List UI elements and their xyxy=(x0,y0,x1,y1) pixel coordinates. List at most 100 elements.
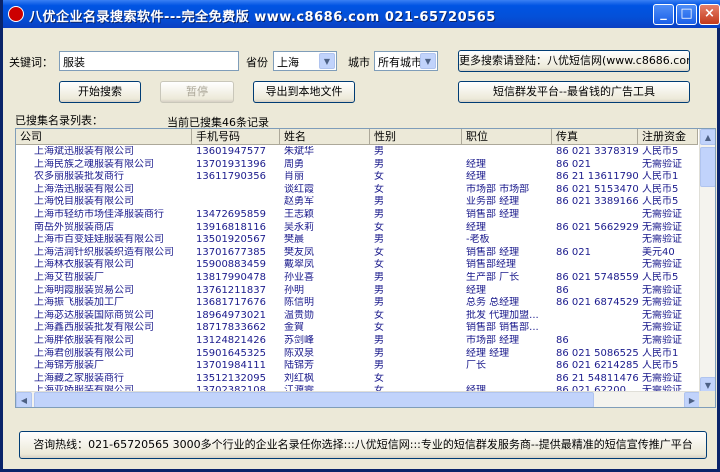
table-cell: 上海藏之家服装商行 xyxy=(34,372,124,384)
hotline-banner-button[interactable]: 咨询热线：021-65720565 3000多个行业的企业名录任你选择:::八优… xyxy=(19,431,707,459)
export-button[interactable]: 导出到本地文件 xyxy=(253,81,355,103)
table-row[interactable]: 南岳外贸服装商店 13916818116 吴永莉 女 经理 86 021 56629293… xyxy=(16,222,698,234)
table-row[interactable]: 上海悦目服装有限公司 赵勇军 男 业务部 经理 86 021 33891663 人民币5 xyxy=(16,196,698,208)
column-header[interactable]: 职位 xyxy=(462,129,552,145)
column-header[interactable]: 公司 xyxy=(16,129,192,145)
table-cell: 刘红枫 xyxy=(284,372,314,384)
table-cell: 无需验证 xyxy=(642,259,682,271)
column-header[interactable]: 姓名 xyxy=(280,129,370,145)
table-cell: 男 xyxy=(374,272,384,283)
chevron-down-icon[interactable]: ▼ xyxy=(319,53,335,69)
table-cell: 金賀 xyxy=(284,322,304,334)
table-cell: 男 xyxy=(374,234,384,246)
table-cell: 无需验证 xyxy=(642,158,682,170)
table-cell: 女 xyxy=(374,171,384,183)
table-row[interactable]: 上海明霞服装贸易公司 13761211837 孙明 男 经理 86 无需验证 xyxy=(16,285,698,297)
table-cell: 厂长 xyxy=(466,360,486,372)
column-header[interactable]: 性别 xyxy=(370,129,462,145)
table-cell: 销售部 销售部... xyxy=(466,322,539,334)
province-select[interactable]: 上海 ▼ xyxy=(273,51,337,71)
table-cell: 男 xyxy=(374,284,384,296)
table-row[interactable]: 上海林衣服装有限公司 15900883459 戴翠凤 女 销售部经理 无需验证 xyxy=(16,259,698,271)
results-table[interactable]: 公司 手机号码 姓名 性别 职位 传真 注册资金 上海斌迅服装有限公司 13601947577… xyxy=(15,128,716,408)
table-cell xyxy=(552,259,638,271)
table-cell: 上海振飞服装加工厂 xyxy=(34,297,124,309)
table-cell: 无需验证 xyxy=(642,221,682,233)
table-cell: 女 xyxy=(374,246,384,258)
scroll-thumb[interactable] xyxy=(700,147,715,187)
table-row[interactable]: 上海锦芳服装厂 13701984111 陆锦芳 男 厂长 86 021 62142855 人… xyxy=(16,360,698,372)
title-bar[interactable]: 八优企业名录搜索软件---完全免费版 www.c8686.com 021-657… xyxy=(3,0,720,28)
table-cell: 13916818116 xyxy=(196,221,266,233)
table-cell: 男 xyxy=(374,196,384,208)
scroll-left-icon[interactable]: ◀ xyxy=(16,392,32,407)
table-row[interactable]: 上海浩迅服装有限公司 谈红霞 女 市场部 市场部 86 021 51534702 人民币5 xyxy=(16,184,698,196)
table-cell: 无需验证 xyxy=(642,322,682,334)
table-cell: 孙业喜 xyxy=(284,272,314,283)
table-cell: 86 021 xyxy=(556,246,591,258)
pause-button[interactable]: 暂停 xyxy=(160,81,234,103)
table-row[interactable]: 上海市百变娃娃服装有限公司 13501920567 樊晨 男 -老板 无需验证 xyxy=(16,234,698,246)
table-cell xyxy=(462,146,552,158)
table-cell: 上海民族之魂服装有限公司 xyxy=(34,158,154,170)
column-header[interactable]: 手机号码 xyxy=(192,129,280,145)
table-row[interactable]: 上海民族之魂服装有限公司 13701931396 周勇 男 经理 86 021 无需验证 xyxy=(16,159,698,171)
table-cell: 无需验证 xyxy=(642,234,682,246)
table-row[interactable]: 上海洁润针织服装织造有限公司 13701677385 樊友凤 女 销售部 经理 86 02… xyxy=(16,247,698,259)
table-cell: 男 xyxy=(374,347,384,359)
minimize-button[interactable]: _ xyxy=(653,4,674,25)
keyword-input[interactable]: 服装 xyxy=(59,51,239,71)
table-cell: 13124821426 xyxy=(196,335,266,346)
table-cell xyxy=(192,184,280,196)
table-cell: 樊友凤 xyxy=(284,246,314,258)
scroll-thumb-horizontal[interactable] xyxy=(34,392,594,407)
column-header[interactable]: 传真 xyxy=(552,129,638,145)
sms-platform-button[interactable]: 短信群发平台--最省钱的广告工具 xyxy=(458,81,690,103)
table-cell: 86 021 33891663 xyxy=(556,196,638,208)
table-row[interactable]: 上海藏之家服装商行 13512132095 刘红枫 女 86 21 54811476 无需… xyxy=(16,373,698,385)
table-cell: 13701931396 xyxy=(196,158,266,170)
table-row[interactable]: 上海君创服装有限公司 15901645325 陈双泉 男 经理 经理 86 021 508… xyxy=(16,348,698,360)
table-cell: 上海市轻纺市场佳泽服装商行 xyxy=(34,209,164,220)
start-search-button[interactable]: 开始搜索 xyxy=(59,81,141,103)
chevron-down-icon[interactable]: ▼ xyxy=(420,53,436,69)
table-cell: 男 xyxy=(374,360,384,372)
table-cell: 86 021 62142855 xyxy=(556,360,638,372)
table-cell: 吴永莉 xyxy=(284,221,314,233)
table-row[interactable]: 上海振飞服装加工厂 13681717676 陈信明 男 总务 总经理 86 021 687… xyxy=(16,297,698,309)
table-cell: 无需验证 xyxy=(642,372,682,384)
table-cell: -老板 xyxy=(466,234,490,246)
close-button[interactable]: × xyxy=(699,4,720,25)
table-row[interactable]: 上海斌迅服装有限公司 13601947577 朱斌华 男 86 021 33783197… xyxy=(16,146,698,158)
horizontal-scrollbar[interactable]: ◀ ▶ xyxy=(16,391,700,407)
table-cell: 上海君创服装有限公司 xyxy=(34,347,134,359)
table-cell: 13501920567 xyxy=(196,234,266,246)
scroll-right-icon[interactable]: ▶ xyxy=(684,392,700,407)
scroll-up-icon[interactable]: ▲ xyxy=(700,129,715,145)
province-value: 上海 xyxy=(277,56,299,69)
table-cell: 人民币5 xyxy=(642,272,679,283)
table-cell: 经理 xyxy=(466,284,486,296)
table-row[interactable]: 上海市轻纺市场佳泽服装商行 13472695859 王志颖 男 销售部 经理 无需验证 xyxy=(16,209,698,221)
table-row[interactable]: 上海鑫西服装批发有限公司 18717833662 金賀 女 销售部 销售部... 无需验证 xyxy=(16,322,698,334)
column-header[interactable]: 注册资金 xyxy=(638,129,698,145)
table-cell: 上海悦目服装有限公司 xyxy=(34,196,134,208)
table-cell: 农多丽服装批发商行 xyxy=(34,171,124,183)
table-row[interactable]: 上海艾哲服装厂 13817990478 孙业喜 男 生产部 厂长 86 021 57485… xyxy=(16,272,698,284)
app-icon xyxy=(8,6,24,22)
table-row[interactable]: 农多丽服装批发商行 13611790356 肖丽 女 经理 86 21 136117903… xyxy=(16,171,698,183)
table-cell: 女 xyxy=(374,372,384,384)
keyword-label: 关键词： xyxy=(9,56,53,69)
more-search-button[interactable]: 更多搜索请登陆：八优短信网(www.c8686.com) xyxy=(458,50,690,72)
table-cell: 陈双泉 xyxy=(284,347,314,359)
city-select[interactable]: 所有城市 ▼ xyxy=(374,51,438,71)
maximize-button[interactable]: □ xyxy=(676,4,697,25)
table-cell: 苏剑峰 xyxy=(284,335,314,346)
table-cell: 经理 xyxy=(466,158,486,170)
table-row[interactable]: 上海苾达服装国际商贸公司 18964973021 温贵勋 女 批发 代理加盟... 无需验… xyxy=(16,310,698,322)
table-cell: 陈信明 xyxy=(284,297,314,309)
table-cell: 男 xyxy=(374,335,384,346)
vertical-scrollbar[interactable]: ▲ ▼ xyxy=(699,129,715,393)
table-cell: 经理 经理 xyxy=(466,347,510,359)
table-row[interactable]: 上海胖依服装有限公司 13124821426 苏剑峰 男 市场部 经理 86 无需验证 xyxy=(16,335,698,347)
